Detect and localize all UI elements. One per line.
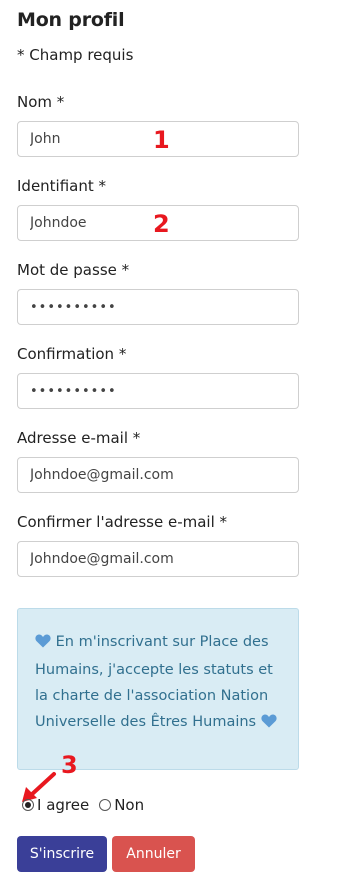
agreement-radio-group: I agree Non [22,796,154,814]
agree-radio[interactable] [22,799,34,811]
agreement-text: En m'inscrivant sur Place des Humains, j… [35,634,273,730]
step-marker-2: 2 [153,210,170,238]
cancel-button[interactable]: Annuler [112,836,195,872]
password-confirm-input[interactable] [17,373,299,409]
required-note: * Champ requis [17,46,134,64]
agreement-box: En m'inscrivant sur Place des Humains, j… [17,608,299,770]
page-title: Mon profil [17,9,125,31]
confirmation-label: Confirmation * [17,345,127,363]
non-radio-label[interactable]: Non [114,796,144,814]
nom-label: Nom * [17,93,65,111]
heart-icon [261,711,277,737]
identifiant-label: Identifiant * [17,177,107,195]
heart-icon [35,631,51,657]
step-marker-3: 3 [61,751,78,779]
email-confirm-input[interactable] [17,541,299,577]
non-radio[interactable] [99,799,112,811]
mot-de-passe-label: Mot de passe * [17,261,130,279]
password-input[interactable] [17,289,299,325]
step-marker-1: 1 [153,126,170,154]
agree-radio-label[interactable]: I agree [37,796,89,814]
email-confirm-label: Confirmer l'adresse e-mail * [17,513,228,531]
email-input[interactable] [17,457,299,493]
email-label: Adresse e-mail * [17,429,141,447]
submit-button[interactable]: S'inscrire [17,836,107,872]
